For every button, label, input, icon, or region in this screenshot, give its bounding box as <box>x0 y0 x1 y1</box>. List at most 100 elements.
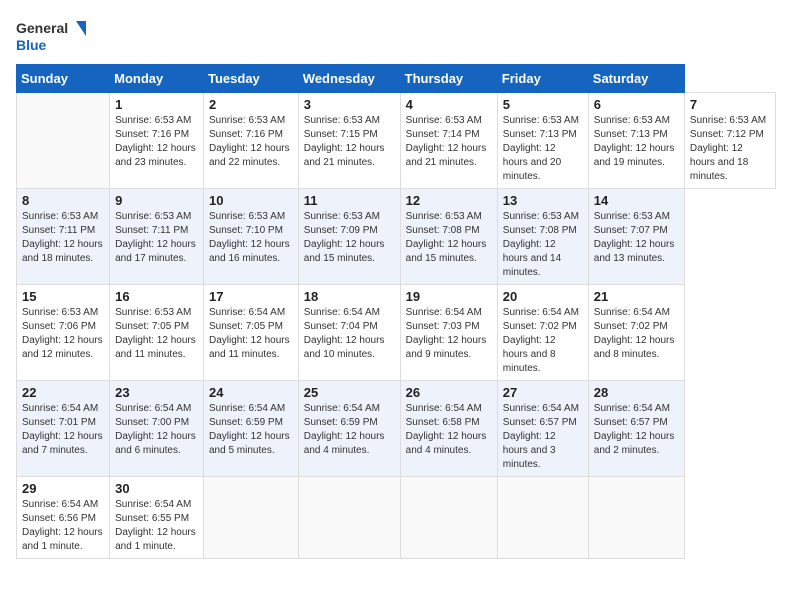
svg-text:Blue: Blue <box>16 37 47 53</box>
day-info: Sunrise: 6:53 AMSunset: 7:11 PMDaylight:… <box>115 210 198 266</box>
calendar-header-cell: Thursday <box>400 65 497 93</box>
calendar-day-cell <box>298 477 400 559</box>
calendar-day-cell: 16 Sunrise: 6:53 AMSunset: 7:05 PMDaylig… <box>110 285 204 381</box>
day-number: 6 <box>594 97 679 112</box>
header: General Blue <box>16 16 776 56</box>
day-info: Sunrise: 6:53 AMSunset: 7:12 PMDaylight:… <box>690 114 770 184</box>
calendar-day-cell: 28 Sunrise: 6:54 AMSunset: 6:57 PMDaylig… <box>588 381 684 477</box>
day-info: Sunrise: 6:54 AMSunset: 7:02 PMDaylight:… <box>503 306 583 376</box>
calendar-header-cell: Saturday <box>588 65 684 93</box>
day-info: Sunrise: 6:54 AMSunset: 6:57 PMDaylight:… <box>594 402 679 458</box>
day-info: Sunrise: 6:54 AMSunset: 7:01 PMDaylight:… <box>22 402 104 458</box>
calendar-day-cell: 15 Sunrise: 6:53 AMSunset: 7:06 PMDaylig… <box>17 285 110 381</box>
calendar-header-cell: Wednesday <box>298 65 400 93</box>
calendar-week-row: 8 Sunrise: 6:53 AMSunset: 7:11 PMDayligh… <box>17 189 776 285</box>
calendar-day-cell: 14 Sunrise: 6:53 AMSunset: 7:07 PMDaylig… <box>588 189 684 285</box>
calendar-header: SundayMondayTuesdayWednesdayThursdayFrid… <box>17 65 776 93</box>
calendar-header-cell: Monday <box>110 65 204 93</box>
day-number: 21 <box>594 289 679 304</box>
day-number: 10 <box>209 193 293 208</box>
day-number: 12 <box>406 193 492 208</box>
calendar-day-cell <box>400 477 497 559</box>
day-info: Sunrise: 6:53 AMSunset: 7:06 PMDaylight:… <box>22 306 104 362</box>
calendar-day-cell <box>497 477 588 559</box>
day-number: 28 <box>594 385 679 400</box>
day-number: 8 <box>22 193 104 208</box>
day-info: Sunrise: 6:54 AMSunset: 7:05 PMDaylight:… <box>209 306 293 362</box>
day-info: Sunrise: 6:54 AMSunset: 6:57 PMDaylight:… <box>503 402 583 472</box>
day-number: 9 <box>115 193 198 208</box>
day-number: 2 <box>209 97 293 112</box>
calendar-day-cell: 22 Sunrise: 6:54 AMSunset: 7:01 PMDaylig… <box>17 381 110 477</box>
calendar-day-cell: 5 Sunrise: 6:53 AMSunset: 7:13 PMDayligh… <box>497 93 588 189</box>
day-info: Sunrise: 6:54 AMSunset: 7:03 PMDaylight:… <box>406 306 492 362</box>
calendar-day-cell: 29 Sunrise: 6:54 AMSunset: 6:56 PMDaylig… <box>17 477 110 559</box>
day-info: Sunrise: 6:53 AMSunset: 7:13 PMDaylight:… <box>594 114 679 170</box>
logo: General Blue <box>16 16 86 56</box>
calendar-week-row: 15 Sunrise: 6:53 AMSunset: 7:06 PMDaylig… <box>17 285 776 381</box>
day-number: 14 <box>594 193 679 208</box>
day-number: 29 <box>22 481 104 496</box>
day-info: Sunrise: 6:53 AMSunset: 7:13 PMDaylight:… <box>503 114 583 184</box>
day-info: Sunrise: 6:53 AMSunset: 7:08 PMDaylight:… <box>406 210 492 266</box>
calendar-day-cell: 13 Sunrise: 6:53 AMSunset: 7:08 PMDaylig… <box>497 189 588 285</box>
day-info: Sunrise: 6:54 AMSunset: 7:04 PMDaylight:… <box>304 306 395 362</box>
day-number: 11 <box>304 193 395 208</box>
day-number: 3 <box>304 97 395 112</box>
calendar-day-cell: 25 Sunrise: 6:54 AMSunset: 6:59 PMDaylig… <box>298 381 400 477</box>
calendar-day-cell: 11 Sunrise: 6:53 AMSunset: 7:09 PMDaylig… <box>298 189 400 285</box>
calendar-day-cell: 9 Sunrise: 6:53 AMSunset: 7:11 PMDayligh… <box>110 189 204 285</box>
calendar-day-cell: 1 Sunrise: 6:53 AMSunset: 7:16 PMDayligh… <box>110 93 204 189</box>
calendar-day-cell: 30 Sunrise: 6:54 AMSunset: 6:55 PMDaylig… <box>110 477 204 559</box>
calendar-week-row: 1 Sunrise: 6:53 AMSunset: 7:16 PMDayligh… <box>17 93 776 189</box>
day-info: Sunrise: 6:53 AMSunset: 7:09 PMDaylight:… <box>304 210 395 266</box>
day-number: 27 <box>503 385 583 400</box>
day-info: Sunrise: 6:53 AMSunset: 7:07 PMDaylight:… <box>594 210 679 266</box>
calendar-day-cell: 18 Sunrise: 6:54 AMSunset: 7:04 PMDaylig… <box>298 285 400 381</box>
calendar-day-cell <box>17 93 110 189</box>
day-info: Sunrise: 6:54 AMSunset: 6:56 PMDaylight:… <box>22 498 104 554</box>
day-number: 30 <box>115 481 198 496</box>
calendar-day-cell: 21 Sunrise: 6:54 AMSunset: 7:02 PMDaylig… <box>588 285 684 381</box>
calendar-day-cell: 6 Sunrise: 6:53 AMSunset: 7:13 PMDayligh… <box>588 93 684 189</box>
calendar-week-row: 22 Sunrise: 6:54 AMSunset: 7:01 PMDaylig… <box>17 381 776 477</box>
day-number: 17 <box>209 289 293 304</box>
calendar-week-row: 29 Sunrise: 6:54 AMSunset: 6:56 PMDaylig… <box>17 477 776 559</box>
calendar-day-cell: 10 Sunrise: 6:53 AMSunset: 7:10 PMDaylig… <box>204 189 299 285</box>
calendar-header-cell: Sunday <box>17 65 110 93</box>
day-number: 20 <box>503 289 583 304</box>
logo-svg: General Blue <box>16 16 86 56</box>
day-info: Sunrise: 6:53 AMSunset: 7:15 PMDaylight:… <box>304 114 395 170</box>
calendar-day-cell: 3 Sunrise: 6:53 AMSunset: 7:15 PMDayligh… <box>298 93 400 189</box>
day-number: 24 <box>209 385 293 400</box>
day-info: Sunrise: 6:54 AMSunset: 7:00 PMDaylight:… <box>115 402 198 458</box>
calendar-day-cell: 2 Sunrise: 6:53 AMSunset: 7:16 PMDayligh… <box>204 93 299 189</box>
day-info: Sunrise: 6:53 AMSunset: 7:10 PMDaylight:… <box>209 210 293 266</box>
day-number: 26 <box>406 385 492 400</box>
calendar-day-cell: 19 Sunrise: 6:54 AMSunset: 7:03 PMDaylig… <box>400 285 497 381</box>
day-number: 23 <box>115 385 198 400</box>
calendar-day-cell: 23 Sunrise: 6:54 AMSunset: 7:00 PMDaylig… <box>110 381 204 477</box>
day-number: 13 <box>503 193 583 208</box>
svg-text:General: General <box>16 20 68 36</box>
day-number: 5 <box>503 97 583 112</box>
calendar-day-cell: 4 Sunrise: 6:53 AMSunset: 7:14 PMDayligh… <box>400 93 497 189</box>
day-info: Sunrise: 6:53 AMSunset: 7:08 PMDaylight:… <box>503 210 583 280</box>
calendar-day-cell: 27 Sunrise: 6:54 AMSunset: 6:57 PMDaylig… <box>497 381 588 477</box>
day-number: 4 <box>406 97 492 112</box>
day-info: Sunrise: 6:54 AMSunset: 6:55 PMDaylight:… <box>115 498 198 554</box>
calendar-day-cell: 8 Sunrise: 6:53 AMSunset: 7:11 PMDayligh… <box>17 189 110 285</box>
day-number: 15 <box>22 289 104 304</box>
calendar-table: SundayMondayTuesdayWednesdayThursdayFrid… <box>16 64 776 559</box>
day-number: 1 <box>115 97 198 112</box>
calendar-day-cell: 20 Sunrise: 6:54 AMSunset: 7:02 PMDaylig… <box>497 285 588 381</box>
day-info: Sunrise: 6:53 AMSunset: 7:11 PMDaylight:… <box>22 210 104 266</box>
day-info: Sunrise: 6:53 AMSunset: 7:14 PMDaylight:… <box>406 114 492 170</box>
day-info: Sunrise: 6:53 AMSunset: 7:05 PMDaylight:… <box>115 306 198 362</box>
day-number: 7 <box>690 97 770 112</box>
day-number: 22 <box>22 385 104 400</box>
calendar-day-cell: 24 Sunrise: 6:54 AMSunset: 6:59 PMDaylig… <box>204 381 299 477</box>
day-info: Sunrise: 6:53 AMSunset: 7:16 PMDaylight:… <box>115 114 198 170</box>
calendar-header-cell: Friday <box>497 65 588 93</box>
calendar-header-cell: Tuesday <box>204 65 299 93</box>
